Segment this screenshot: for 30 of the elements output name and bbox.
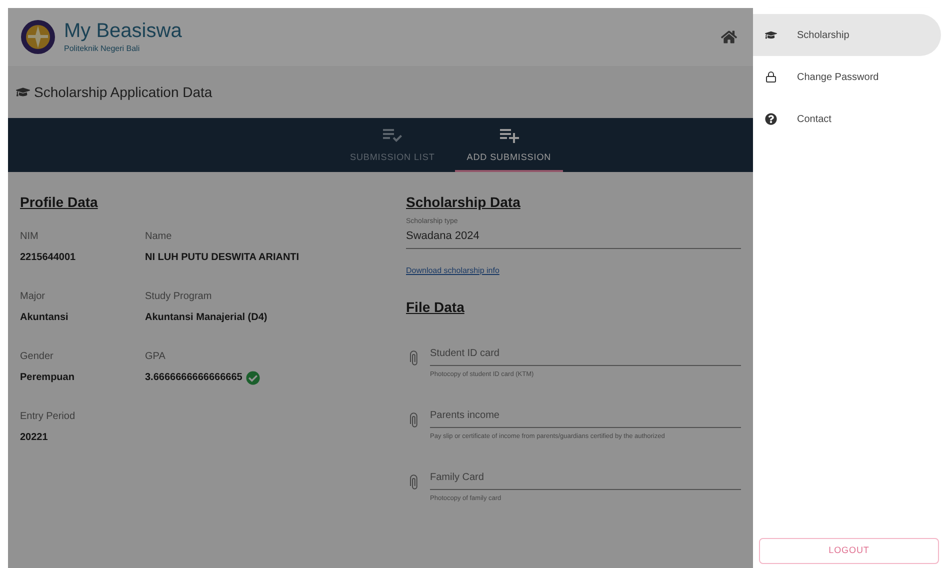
file-input-field[interactable]: Student ID card xyxy=(430,346,741,366)
field-label: Name xyxy=(145,230,173,244)
field-value: Akuntansi Manajerial (D4) xyxy=(145,311,268,325)
app-title: My Beasiswa xyxy=(64,19,182,43)
logout-button[interactable]: LOGOUT xyxy=(759,538,939,564)
field-value: Perempuan xyxy=(20,371,74,385)
download-link[interactable]: Download scholarship info xyxy=(406,265,500,277)
tab[interactable]: SUBMISSION LIST xyxy=(338,118,447,172)
field-label: NIM xyxy=(20,230,40,244)
field-label: GPA xyxy=(145,350,166,364)
field-label: Entry Period xyxy=(20,410,76,424)
page-title: Scholarship Application Data xyxy=(34,82,212,102)
file-input-field[interactable]: Parents income xyxy=(430,408,741,428)
field-value: 20221 xyxy=(20,431,48,445)
field-label: Major xyxy=(20,290,46,304)
field-value: 2215644001 xyxy=(20,251,76,265)
field-value: NI LUH PUTU DESWITA ARIANTI xyxy=(145,251,300,265)
field-label: Study Program xyxy=(145,290,213,304)
drawer-item[interactable]: Scholarship xyxy=(753,14,941,56)
section-heading: Scholarship Data xyxy=(406,193,520,212)
drawer-item[interactable]: Change Password xyxy=(753,56,941,98)
file-input-field[interactable]: Family Card xyxy=(430,470,741,490)
app-subtitle: Politeknik Negeri Bali xyxy=(64,43,141,55)
section-heading: File Data xyxy=(406,298,464,317)
field-value: 3.6666666666666665 xyxy=(145,371,242,385)
field-value: Akuntansi xyxy=(20,311,68,325)
field-label: Gender xyxy=(20,350,54,364)
section-heading: Profile Data xyxy=(20,193,98,212)
drawer-item[interactable]: Contact xyxy=(753,98,941,140)
tab[interactable]: ADD SUBMISSION xyxy=(454,118,564,172)
